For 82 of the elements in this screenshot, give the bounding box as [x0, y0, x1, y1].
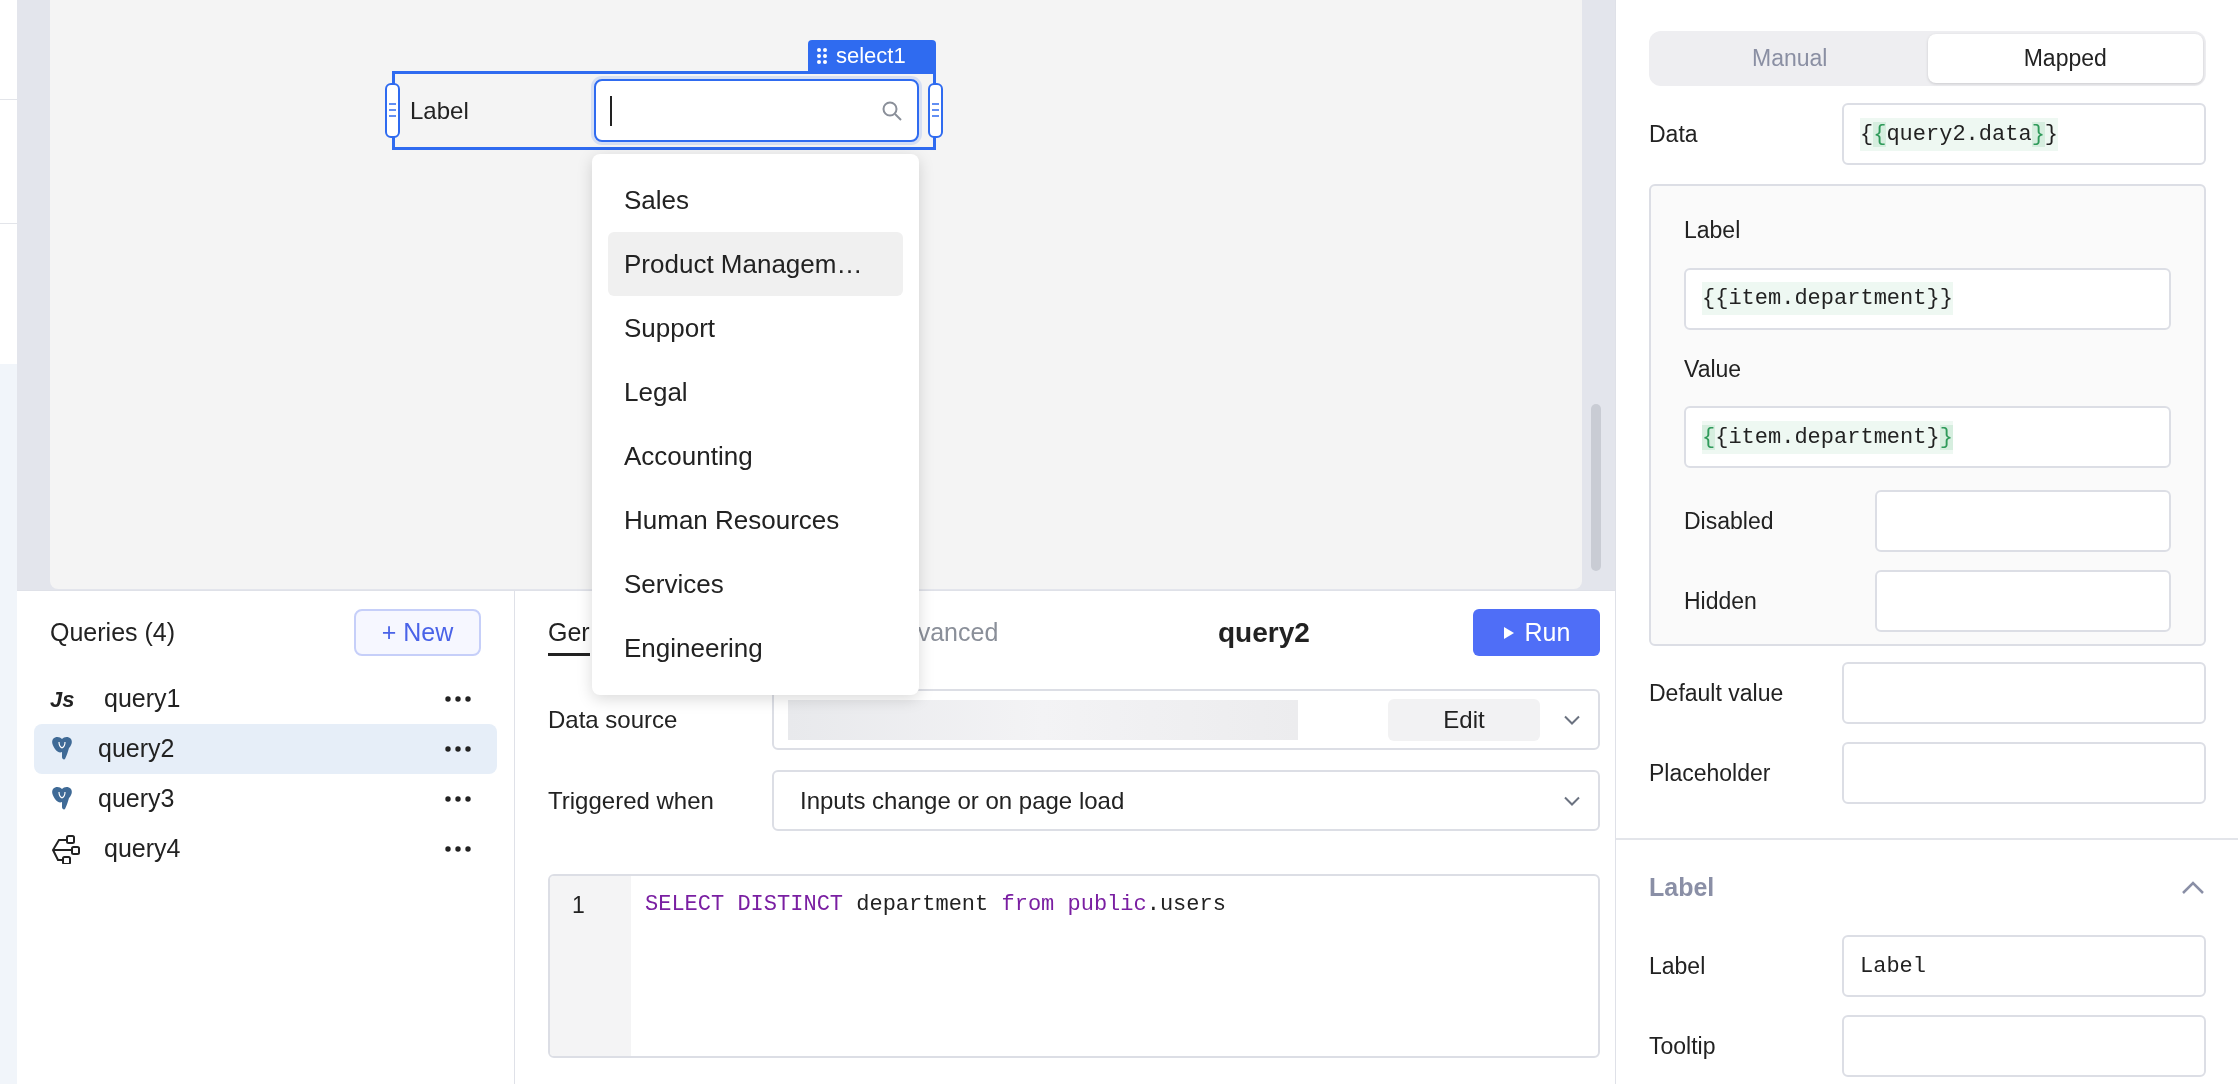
query-item[interactable]: query2: [34, 724, 497, 774]
matched-brace: }: [1939, 424, 1953, 450]
code-input[interactable]: {{query2.data}}: [1842, 103, 2206, 165]
code-text: {{item.department}}: [1702, 286, 1953, 311]
dropdown-option[interactable]: Legal: [608, 360, 903, 424]
text-input[interactable]: [1842, 662, 2206, 724]
elephant-icon: [50, 736, 74, 762]
input-value: Label: [1860, 952, 1926, 981]
scrollbar[interactable]: [1591, 404, 1601, 571]
line-number: 1: [571, 891, 586, 920]
dropdown-option[interactable]: Engineering: [608, 616, 903, 680]
field-label: Value: [1684, 354, 1743, 384]
field-label: Tooltip: [1649, 1031, 1717, 1061]
text-input[interactable]: Label: [1842, 935, 2206, 997]
text-input[interactable]: [1842, 1015, 2206, 1077]
query-item[interactable]: query4: [34, 824, 497, 874]
query-name: query1: [104, 683, 182, 715]
text-input[interactable]: [1875, 490, 2171, 552]
elephant-icon: [50, 786, 74, 812]
more-icon[interactable]: [445, 696, 471, 702]
tab[interactable]: Ger: [548, 609, 590, 656]
chevron-down-icon: [1564, 795, 1580, 806]
toggle-option[interactable]: Mapped: [1927, 34, 2203, 83]
select-value: Inputs change or on page load: [799, 785, 1126, 816]
code-text: query2.data: [1886, 121, 2032, 147]
dropdown-option[interactable]: Services: [608, 552, 903, 616]
code-editor[interactable]: 1 SELECT DISTINCT department from public.users: [548, 874, 1600, 1058]
select-field[interactable]: Edit: [772, 689, 1600, 750]
text-input[interactable]: [1875, 570, 2171, 632]
field-label: Data: [1649, 119, 1699, 149]
field-label: Disabled: [1684, 506, 1775, 536]
matched-brace: }: [2031, 121, 2045, 147]
query-name: query2: [98, 733, 176, 765]
edit-button[interactable]: Edit: [1388, 698, 1540, 741]
field-label: Label: [1684, 216, 1742, 245]
select-input[interactable]: [594, 79, 919, 142]
more-icon[interactable]: [445, 846, 471, 852]
new-query-button[interactable]: + New: [354, 609, 481, 656]
dropdown-option[interactable]: Sales: [608, 168, 903, 232]
field-label: Label: [410, 95, 470, 126]
code-line: SELECT DISTINCT department from public.users: [645, 891, 1227, 919]
code-text: {: [1860, 121, 1874, 147]
code-text: }: [2044, 121, 2059, 147]
query-name: query3: [98, 783, 176, 815]
component-name-tag[interactable]: select1: [808, 40, 936, 71]
drag-handle-icon: [816, 46, 828, 65]
more-icon[interactable]: [445, 796, 471, 802]
dropdown-option[interactable]: Product Managem…: [608, 232, 903, 296]
field-label: Default value: [1649, 678, 1785, 708]
code-input[interactable]: {{item.department}}: [1684, 406, 2171, 468]
text-input[interactable]: [1842, 742, 2206, 804]
dropdown-option[interactable]: Accounting: [608, 424, 903, 488]
query-name: query4: [104, 833, 182, 865]
text-cursor: [610, 95, 612, 126]
dropdown-option[interactable]: Human Resources: [608, 488, 903, 552]
field-label: Label: [1649, 951, 1707, 981]
query-item[interactable]: query3: [34, 774, 497, 824]
matched-brace: {: [1873, 121, 1887, 147]
chevron-down-icon: [1564, 714, 1580, 725]
field-label: Placeholder: [1649, 758, 1772, 788]
code-input[interactable]: {{item.department}}: [1684, 267, 2171, 330]
field-label: Data source: [548, 704, 679, 735]
matched-brace: {: [1702, 424, 1716, 450]
field-label: Triggered when: [548, 785, 715, 816]
resize-handle[interactable]: [928, 83, 943, 138]
code-text: {item.department}: [1715, 424, 1940, 450]
query-title: query2: [1218, 615, 1310, 650]
query-item[interactable]: Js query1: [34, 674, 497, 724]
js-icon: Js: [50, 682, 80, 716]
select-field[interactable]: Inputs change or on page load: [772, 770, 1600, 831]
section-title: Label: [1649, 872, 1715, 904]
component-name: select1: [836, 42, 906, 70]
field-label: Hidden: [1684, 586, 1758, 616]
selected-component-frame[interactable]: Label: [392, 71, 936, 150]
panel-title: Queries (4): [50, 616, 176, 648]
play-icon: [1502, 625, 1515, 640]
workflow-icon: [50, 834, 80, 864]
run-button[interactable]: Run: [1473, 609, 1600, 656]
search-icon: [881, 99, 903, 122]
resize-handle[interactable]: [385, 83, 400, 138]
more-icon[interactable]: [445, 746, 471, 752]
dropdown-option[interactable]: Support: [608, 296, 903, 360]
